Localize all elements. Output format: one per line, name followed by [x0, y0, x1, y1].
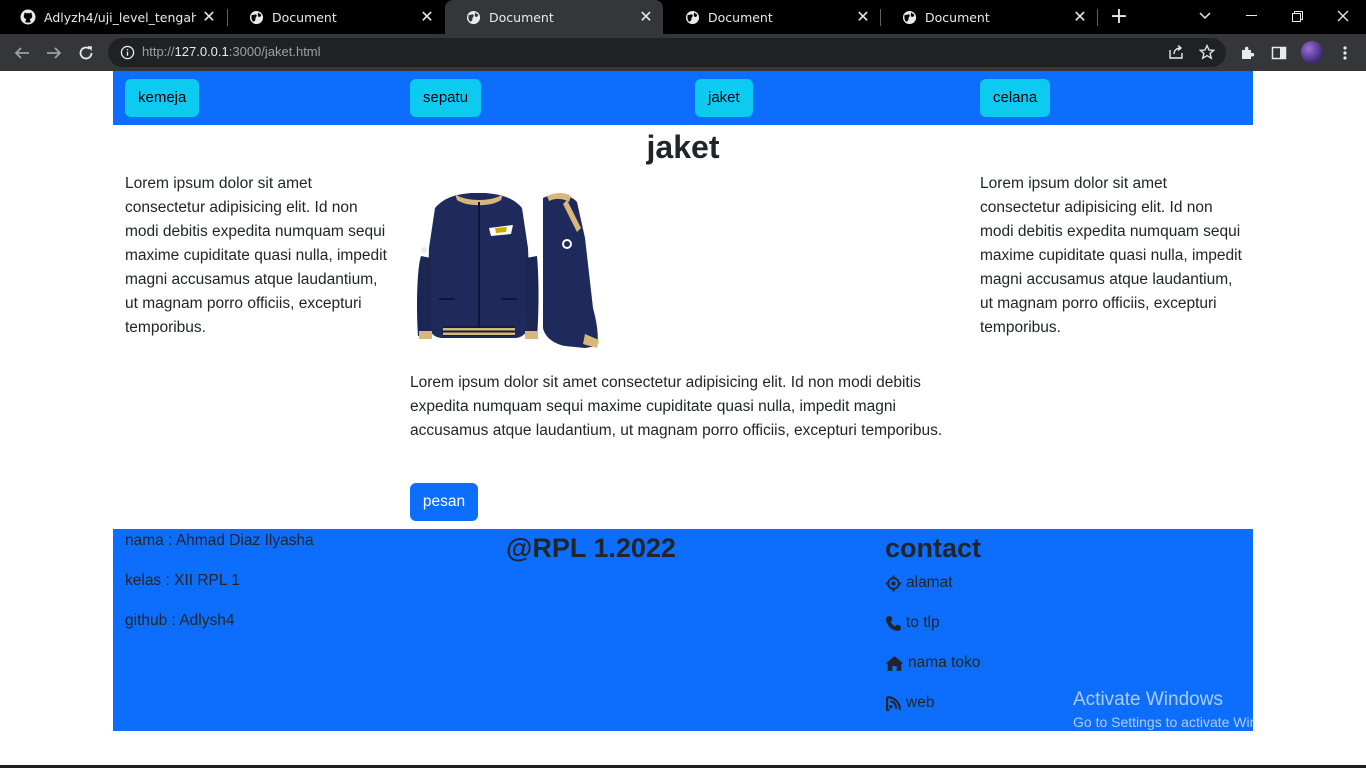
bookmark-star-icon[interactable]	[1198, 43, 1217, 62]
back-icon[interactable]	[10, 41, 34, 65]
url-text: http://127.0.0.1:3000/jaket.html	[142, 44, 321, 59]
nav-kemeja-button[interactable]: kemeja	[125, 79, 200, 117]
reload-icon[interactable]	[74, 41, 98, 65]
share-icon[interactable]	[1168, 44, 1186, 62]
order-button[interactable]: pesan	[410, 483, 478, 521]
category-navbar: kemeja sepatu jaket celana	[113, 71, 1253, 125]
contact-title: contact	[885, 533, 982, 563]
tab-title: Document	[272, 9, 337, 25]
github-icon	[20, 9, 36, 25]
tab-document-4[interactable]: Document ✕	[881, 0, 1097, 34]
nav-sepatu-button[interactable]: sepatu	[410, 79, 482, 117]
watermark-subtitle: Go to Settings to activate Windows.	[1073, 714, 1294, 730]
jacket-image	[415, 188, 609, 353]
tab-title: Document	[925, 9, 990, 25]
globe-icon	[684, 9, 700, 25]
side-panel-icon[interactable]	[1269, 43, 1289, 63]
restore-icon[interactable]	[1274, 0, 1320, 32]
tab-document-3[interactable]: Document ✕	[664, 0, 880, 34]
globe-icon	[901, 9, 917, 25]
globe-icon	[465, 9, 481, 25]
footer-github: github : Adlysh4	[125, 612, 235, 629]
profile-avatar[interactable]	[1301, 41, 1323, 63]
contact-item-telephone[interactable]: to tlp	[885, 611, 940, 635]
contact-label: to tlp	[906, 614, 940, 631]
new-tab-button[interactable]: +	[1108, 6, 1130, 28]
forward-icon[interactable]	[42, 41, 66, 65]
globe-icon	[248, 9, 264, 25]
tab-title: Adlyzh4/uji_level_tengahSem	[44, 9, 196, 25]
footer-nama: nama : Ahmad Diaz Ilyasha	[125, 532, 314, 549]
contact-item-alamat[interactable]: alamat	[885, 571, 953, 595]
tab-separator	[1097, 9, 1098, 26]
contact-label: alamat	[906, 574, 953, 591]
contact-label: nama toko	[908, 654, 981, 671]
close-icon[interactable]: ✕	[202, 9, 216, 25]
contact-label: web	[906, 694, 935, 711]
footer-kelas: kelas : XII RPL 1	[125, 572, 240, 589]
contact-item-store[interactable]: nama toko	[885, 651, 980, 675]
left-description: Lorem ipsum dolor sit amet consectetur a…	[125, 175, 387, 336]
page-title: jaket	[646, 129, 720, 165]
footer-brand: @RPL 1.2022	[506, 533, 676, 563]
phone-icon	[886, 615, 901, 631]
close-icon[interactable]: ✕	[420, 9, 434, 25]
right-description: Lorem ipsum dolor sit amet consectetur a…	[980, 175, 1242, 336]
tab-document-1[interactable]: Document ✕	[228, 0, 444, 34]
close-icon[interactable]: ✕	[1073, 9, 1087, 25]
tab-bar: Adlyzh4/uji_level_tengahSem ✕ Document ✕…	[0, 0, 1366, 34]
web-page: kemeja sepatu jaket celana jaket Lorem i…	[0, 71, 1366, 768]
nav-celana-button[interactable]: celana	[980, 79, 1051, 117]
watermark-title: Activate Windows	[1073, 689, 1223, 710]
rss-blog-icon	[886, 695, 901, 711]
tab-title: Document	[708, 9, 773, 25]
minimize-icon[interactable]	[1228, 0, 1274, 32]
address-bar[interactable]: http://127.0.0.1:3000/jaket.html	[108, 38, 1226, 67]
main-description: Lorem ipsum dolor sit amet consectetur a…	[410, 374, 943, 439]
nav-jaket-button[interactable]: jaket	[695, 79, 753, 117]
more-menu-icon[interactable]	[1335, 43, 1355, 63]
info-icon[interactable]	[120, 45, 135, 64]
tab-search-icon[interactable]	[1182, 0, 1228, 32]
close-icon[interactable]: ✕	[639, 9, 653, 25]
location-crosshair-icon	[885, 575, 902, 591]
close-icon[interactable]: ✕	[856, 9, 870, 25]
close-window-icon[interactable]	[1320, 0, 1366, 32]
tab-document-active[interactable]: Document ✕	[445, 0, 663, 34]
browser-toolbar: http://127.0.0.1:3000/jaket.html	[0, 34, 1366, 71]
tab-github[interactable]: Adlyzh4/uji_level_tengahSem ✕	[0, 0, 226, 34]
home-icon	[885, 655, 904, 671]
tab-title: Document	[489, 9, 554, 25]
contact-item-web[interactable]: web	[885, 691, 934, 715]
extensions-icon[interactable]	[1238, 43, 1258, 63]
activate-windows-watermark: Activate Windows Go to Settings to activ…	[1073, 688, 1294, 732]
